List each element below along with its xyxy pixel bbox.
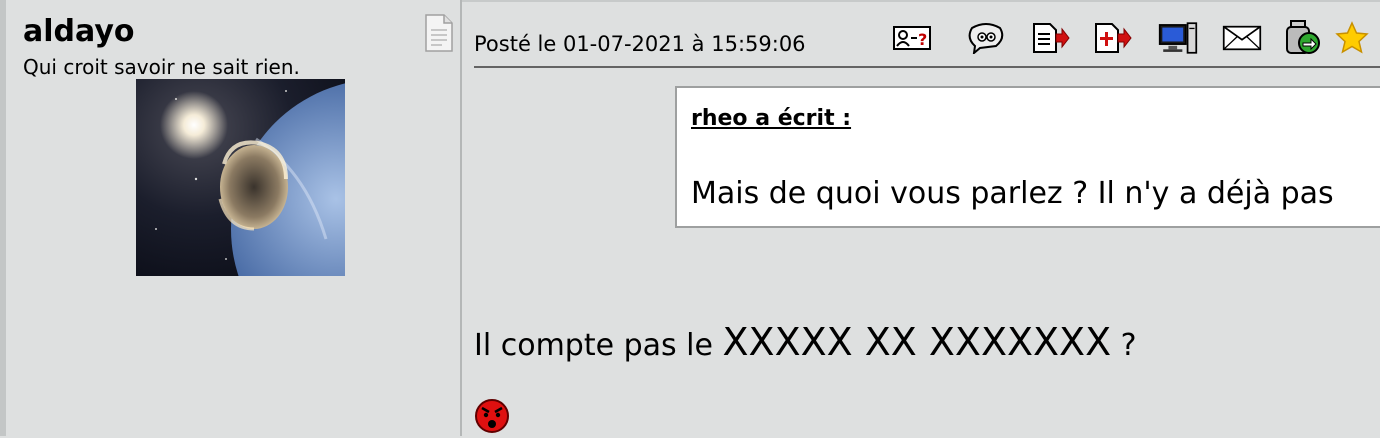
multi-quote-icon[interactable] (1092, 18, 1132, 58)
favorite-star-icon[interactable] (1332, 18, 1372, 58)
profile-card-icon[interactable]: ? (892, 18, 932, 58)
mail-icon[interactable] (1222, 18, 1262, 58)
post-date: Posté le 01-07-2021 à 15:59:06 (474, 32, 806, 56)
message-censored-text: XXXXX XX XXXXXXX (722, 320, 1112, 364)
post-header-divider (474, 66, 1380, 68)
message-prefix: Il compte pas le (474, 328, 723, 363)
profile-document-icon[interactable] (424, 14, 454, 52)
angry-smiley-icon (474, 398, 510, 434)
svg-text:?: ? (918, 30, 927, 49)
quote-block: rheo a écrit : Mais de quoi vous parlez … (675, 86, 1380, 228)
post-message: Il compte pas le XXXXX XX XXXXXXX ? (474, 320, 1137, 368)
quote-author-link[interactable]: rheo a écrit : (691, 104, 851, 134)
quote-text: Mais de quoi vous parlez ? Il n'y a déjà… (691, 176, 1334, 211)
quick-reply-icon[interactable] (966, 18, 1006, 58)
author-panel: aldayo Qui croit savoir ne sait rien. (0, 0, 462, 436)
avatar (136, 79, 345, 276)
author-username[interactable]: aldayo (23, 14, 135, 50)
alert-icon[interactable] (1282, 18, 1322, 58)
quote-icon[interactable] (1030, 18, 1070, 58)
website-icon[interactable] (1158, 18, 1198, 58)
message-suffix: ? (1111, 328, 1137, 363)
author-title: Qui croit savoir ne sait rien. (23, 55, 300, 79)
